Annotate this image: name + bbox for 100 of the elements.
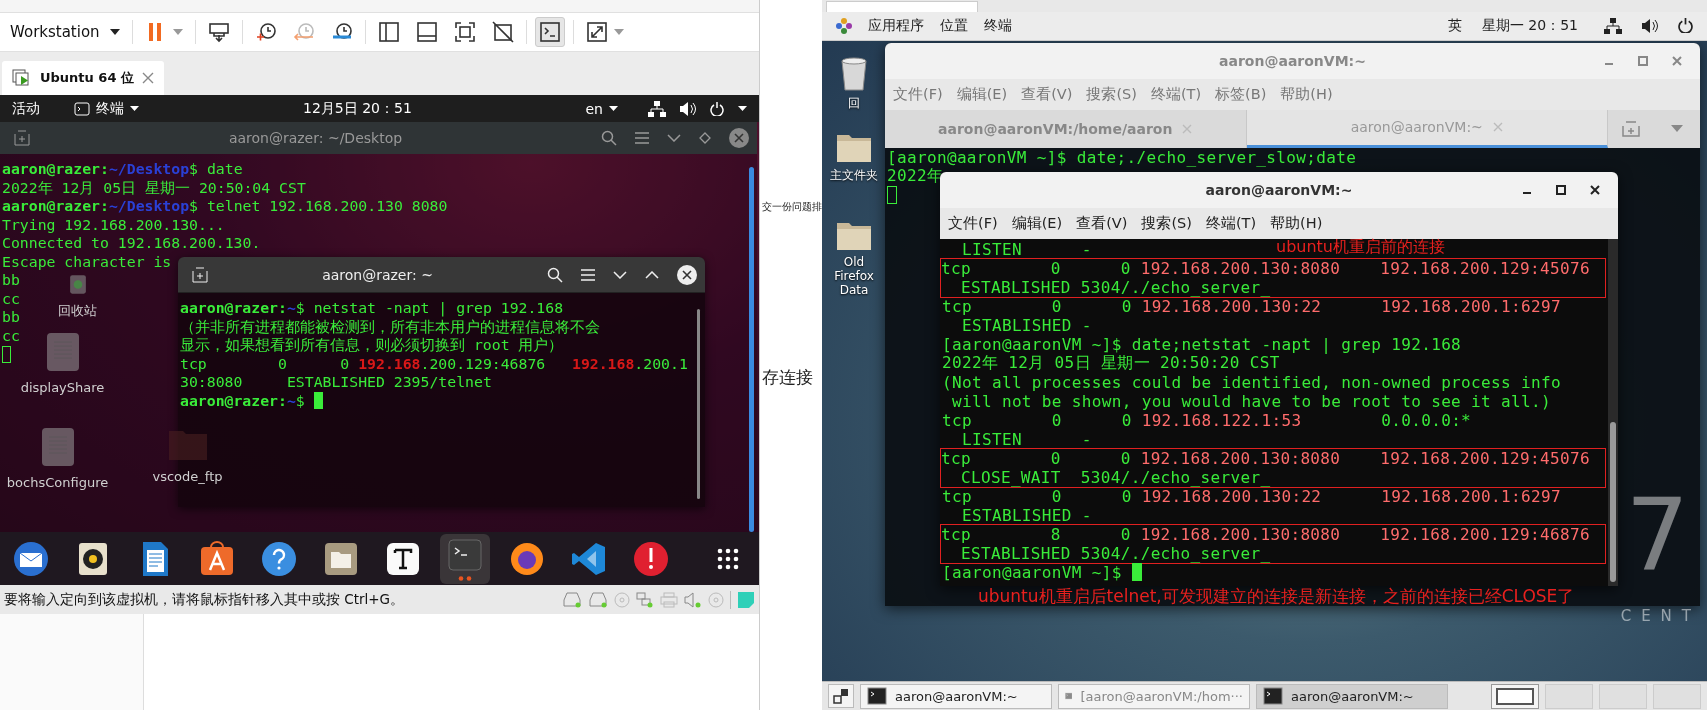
volume-icon [680,101,696,116]
network-icon [636,591,654,608]
activities-button[interactable]: 活动 [12,99,40,118]
bottom-panel-icon [415,21,438,43]
terminal-icon [867,687,887,706]
terminal-line: （并非所有进程都能被检测到，所有非本用户的进程信息将不会 [180,317,600,336]
taskbar-item[interactable]: aaron@aaronVM:~ [860,683,1052,709]
speaker-icon [684,591,702,608]
top-menu[interactable]: 位置 [940,16,968,35]
caret-icon [109,29,120,35]
disc-icon [614,591,630,608]
input-method-indicator[interactable]: 英 [1447,16,1462,35]
search-icon [547,266,563,283]
window-title: aaron@aaronVM:~ [1219,52,1366,69]
workstation-menu[interactable]: Workstation [6,23,124,41]
input-method-menu[interactable]: en [585,100,618,117]
clock[interactable]: 星期一 20：51 [1481,16,1578,35]
volume-icon [1642,18,1658,33]
clock-plus-icon [254,21,277,43]
top-menu[interactable]: 应用程序 [868,16,924,35]
desktop-icon-label[interactable]: vscode_ftp [152,469,223,484]
vm-tab[interactable]: Ubuntu 64 位 [2,61,164,95]
desktop-icon-label[interactable]: bochsConfigure [6,475,109,490]
terminal-line: 2022年 12月 05日 星期一 20:50:20 CST [942,352,1280,374]
window-thumbnail [1496,687,1534,705]
new-tab-icon [1622,120,1640,137]
network-icon [648,100,666,117]
desktop-icon-label[interactable]: 回 [848,94,860,112]
sidebar-layout-icon [377,21,400,43]
menu-item[interactable]: 帮助(H) [1270,213,1323,233]
terminal-line: LISTEN - [960,239,1092,259]
terminal-line: cc [2,326,20,345]
alert-app-icon [632,539,670,578]
menu-icon [581,268,595,281]
terminal-line: 2022年 12月 05日 星期一 20:50:04 CST [2,178,306,197]
wallpaper-logo-text: 7 [1625,480,1689,591]
caret-icon [738,106,747,111]
fullscreen-icon [453,21,476,43]
windows-icon [833,688,849,705]
desktop-icon-label[interactable]: displayShare [20,380,105,395]
menu-item[interactable]: 帮助(H) [1280,84,1333,104]
search-icon [601,130,617,146]
annotation-text: ubuntu机重启后telnet,可发现建立的连接是新连接，之前的连接已经CLOSE了 [978,584,1575,608]
terminal-line: bb [2,271,20,290]
store-app-icon [198,539,236,578]
menu-item[interactable]: 搜索(S) [1141,213,1192,233]
terminal-line: LISTEN - [960,429,1092,449]
scrollbar[interactable] [697,309,700,499]
desktop-icon-label[interactable]: Old Firefox Data [826,254,882,297]
show-desktop-button[interactable] [828,684,854,709]
caret-icon [130,106,139,111]
workspace-button[interactable] [1491,683,1539,709]
crossed-window-icon [491,21,514,43]
background-text: 交一份问题排 [762,200,822,214]
clock-arrow-icon [292,21,315,43]
window-title: aaron@razer: ~/Desktop [227,130,404,146]
app-menu[interactable]: 终端 [74,99,139,118]
scrollbar[interactable] [749,167,754,532]
terminal-line: aaron@razer:~/Desktop$ telnet 192.168.200.130 8080 [2,197,448,216]
document-icon [45,332,80,372]
menu-item[interactable]: 编辑(E) [956,84,1008,104]
menu-item[interactable]: 标签(B) [1215,84,1267,104]
menu-item[interactable]: 查看(V) [1076,213,1128,233]
taskbar-item[interactable]: aaron@aaronVM:~ [1256,683,1448,709]
tab-label: Ubuntu 64 位 [40,69,134,87]
new-tab-icon [192,266,208,283]
diamond-icon [699,132,711,144]
terminal-line: [aaron@aaronVM ~]$ [942,562,1122,582]
menu-item[interactable]: 搜索(S) [1086,84,1137,104]
scrollbar[interactable] [1608,238,1618,586]
caret-icon [1671,125,1683,133]
terminal-line: will not be shown, you would have to be root to see it all.) [950,391,1551,411]
toolbar-button[interactable] [534,17,565,47]
menu-item[interactable]: 终端(T) [1205,213,1257,233]
caret-icon [609,106,618,111]
clock[interactable]: 12月5日 20：51 [303,99,412,118]
terminal-line: Connected to 192.168.200.130. [2,234,261,253]
terminal-line: 显示，如果想看到所有信息，则必须切换到 root 用户） [180,336,564,355]
desktop-icon-label[interactable]: 回收站 [58,302,97,320]
terminal-line: ESTABLISHED 5304/./echo_server_ [959,277,1271,297]
menu-item[interactable]: 文件(F) [893,84,943,104]
terminal-line: (Not all processes could be identified, non-owned process info [942,372,1561,392]
status-text: 要将输入定向到该虚拟机，请将鼠标指针移入其中或按 Ctrl+G。 [4,590,405,609]
terminal-line: ESTABLISHED - [960,505,1092,525]
menu-item[interactable]: 查看(V) [1021,84,1073,104]
caret-icon [172,29,183,35]
menu-item[interactable]: 编辑(E) [1011,213,1063,233]
menu-item[interactable]: 终端(T) [1150,84,1202,104]
desktop-icon-label[interactable]: 主文件夹 [830,166,878,184]
menu-item[interactable]: 文件(F) [948,213,998,233]
monitor-arrow-icon [207,21,230,43]
terminal-line: aaron@razer:~/Desktop$ date [2,160,243,179]
terminal-line: tcp 0 0 192.168.122.1:53 0.0.0.0:* [942,410,1472,430]
minimize-icon [1604,62,1614,65]
terminal-line: tcp 0 0 192.168.200.129:46876 192.168.200.1 [180,354,688,373]
close-icon [1672,55,1682,66]
terminal-line: tcp 0 0 192.168.200.130:8080 192.168.200.129:45076 [941,448,1590,468]
top-menu[interactable]: 终端 [984,16,1012,35]
power-icon [710,101,724,116]
terminal-line: 2022年 [887,165,944,187]
